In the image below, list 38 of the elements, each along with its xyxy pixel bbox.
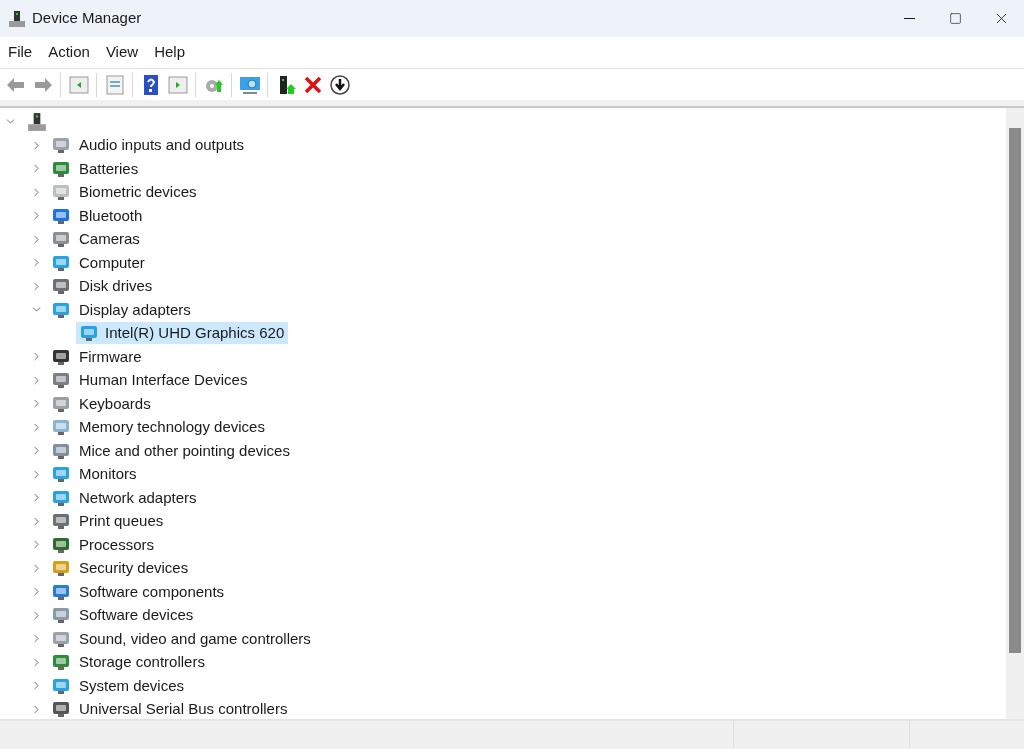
menu-item[interactable]: File (2, 41, 39, 64)
menu-item[interactable]: Action (42, 41, 96, 64)
tree-item[interactable]: Bluetooth (77, 204, 145, 227)
window-title: Device Manager (32, 8, 142, 29)
tree-item[interactable]: Keyboards (77, 392, 153, 415)
tree-item[interactable]: Storage controllers (77, 651, 207, 674)
tree-item[interactable]: Security devices (77, 557, 191, 580)
tree-item[interactable]: Monitors (77, 463, 139, 486)
tree-item[interactable]: System devices (77, 674, 187, 697)
tree-item[interactable]: Software components (77, 580, 227, 603)
minimize-icon (903, 18, 915, 19)
tree-item[interactable]: Firmware (77, 345, 144, 368)
maximize-icon (948, 12, 962, 25)
tree-item[interactable]: Disk drives (77, 275, 155, 298)
tree-item[interactable]: Intel(R) UHD Graphics 620 (76, 322, 289, 345)
monitor-icon (51, 464, 71, 485)
tree-item[interactable]: Biometric devices (77, 181, 199, 204)
tree-item[interactable]: Processors (77, 533, 157, 556)
tree-item[interactable]: Audio inputs and outputs (77, 134, 247, 157)
tree-item[interactable]: Display adapters (77, 298, 193, 321)
menu-item[interactable]: Help (148, 41, 191, 64)
tree-item[interactable]: Memory technology devices (77, 416, 267, 439)
tree-item[interactable]: Batteries (77, 157, 141, 180)
scrollbar-thumb[interactable] (1009, 128, 1021, 653)
tree-item[interactable]: Sound, video and game controllers (77, 627, 313, 650)
tree-item[interactable]: Print queues (77, 510, 166, 533)
tree-item[interactable]: Network adapters (77, 486, 199, 509)
menu-item[interactable]: View (99, 41, 145, 64)
tree-item[interactable]: Computer (77, 251, 147, 274)
tree-item[interactable]: Software devices (77, 604, 196, 627)
tree-item[interactable]: Cameras (77, 228, 142, 251)
computer-tower-icon (27, 111, 47, 132)
display-card-icon (79, 323, 99, 344)
tree-item[interactable]: Mice and other pointing devices (77, 439, 292, 462)
tree-item[interactable]: Universal Serial Bus controllers (77, 698, 290, 721)
tree-item-label: Intel(R) UHD Graphics 620 (105, 323, 285, 343)
tree-item[interactable]: Human Interface Devices (77, 369, 250, 392)
computer-tower-icon (8, 9, 26, 28)
